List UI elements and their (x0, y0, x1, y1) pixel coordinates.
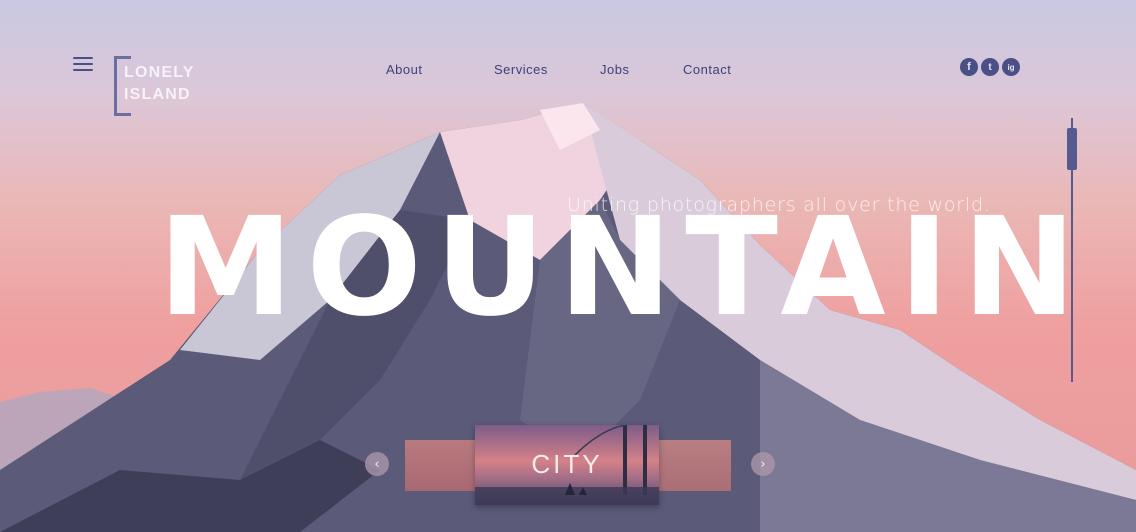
carousel-prev-arrow-icon[interactable]: ‹ (365, 452, 389, 476)
logo-line-2: ISLAND (124, 86, 191, 103)
scroll-thumb[interactable] (1067, 128, 1077, 170)
carousel-slide-next[interactable] (659, 440, 731, 491)
nav-link-contact[interactable]: Contact (683, 62, 731, 77)
twitter-glyph: t (988, 61, 992, 73)
facebook-glyph: f (967, 61, 971, 73)
carousel-slide-current[interactable]: CITY (475, 425, 659, 505)
brand-logo[interactable]: LONELY ISLAND (114, 56, 204, 116)
facebook-icon[interactable]: f (960, 58, 978, 76)
hamburger-menu-icon[interactable] (73, 57, 93, 71)
logo-text: LONELY ISLAND (124, 62, 195, 106)
carousel-next-arrow-icon[interactable]: › (751, 452, 775, 476)
instagram-glyph: ig (1007, 62, 1015, 72)
carousel-slide-previous[interactable] (405, 440, 475, 491)
nav-link-jobs[interactable]: Jobs (600, 62, 629, 77)
hero-stage: LONELY ISLAND About Services Jobs Contac… (0, 0, 1136, 532)
instagram-icon[interactable]: ig (1002, 58, 1020, 76)
nav-link-about[interactable]: About (386, 62, 422, 77)
carousel-slide-label: CITY (531, 449, 603, 479)
nav-link-services[interactable]: Services (494, 62, 548, 77)
logo-line-1: LONELY (124, 64, 195, 81)
twitter-icon[interactable]: t (981, 58, 999, 76)
hero-title: MOUNTAIN (158, 189, 1090, 347)
